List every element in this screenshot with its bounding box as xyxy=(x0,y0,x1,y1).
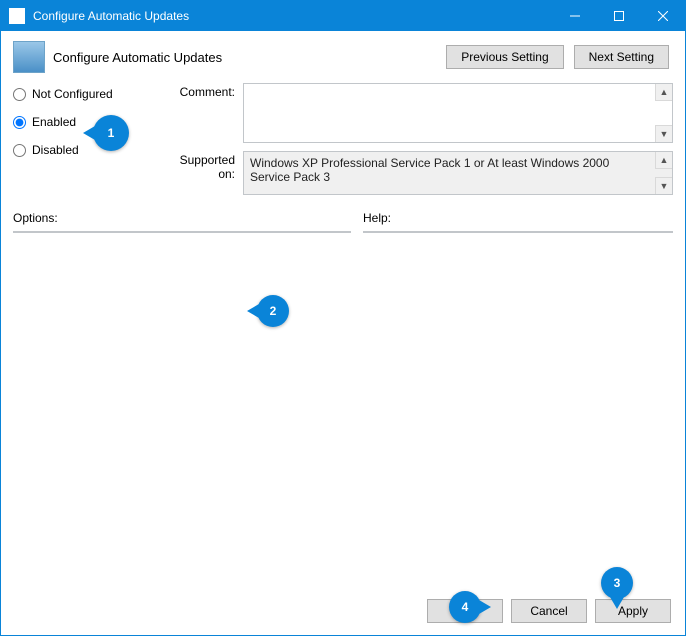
maximize-button[interactable] xyxy=(597,1,641,31)
minimize-button[interactable] xyxy=(553,1,597,31)
scroll-up-icon[interactable]: ▲ xyxy=(655,152,672,169)
scroll-up-icon[interactable]: ▲ xyxy=(655,84,672,101)
cancel-button[interactable]: Cancel xyxy=(511,599,587,623)
close-button[interactable] xyxy=(641,1,685,31)
comment-label: Comment: xyxy=(161,83,243,143)
supported-label: Supported on: xyxy=(161,151,243,195)
apply-button[interactable]: Apply xyxy=(595,599,671,623)
scroll-down-icon[interactable]: ▼ xyxy=(655,125,672,142)
options-label: Options: xyxy=(13,211,351,225)
next-setting-button[interactable]: Next Setting xyxy=(574,45,669,69)
window-title: Configure Automatic Updates xyxy=(33,9,553,23)
previous-setting-button[interactable]: Previous Setting xyxy=(446,45,563,69)
comment-textarea[interactable]: ▲ ▼ xyxy=(243,83,673,143)
help-pane: Specifies whether this computer will rec… xyxy=(363,231,673,233)
policy-icon xyxy=(13,41,45,73)
annotation-1: 1 xyxy=(93,115,129,151)
annotation-4: 4 xyxy=(449,591,481,623)
supported-text: Windows XP Professional Service Pack 1 o… xyxy=(250,156,609,184)
annotation-3: 3 xyxy=(601,567,633,599)
radio-disabled[interactable]: Disabled xyxy=(13,143,161,157)
policy-title: Configure Automatic Updates xyxy=(53,50,446,65)
help-text: Specifies whether this computer will rec… xyxy=(364,232,655,233)
titlebar[interactable]: Configure Automatic Updates xyxy=(1,1,685,31)
help-label: Help: xyxy=(363,211,673,225)
window-controls xyxy=(553,1,685,31)
app-icon xyxy=(9,8,25,24)
annotation-2: 2 xyxy=(257,295,289,327)
supported-box: Windows XP Professional Service Pack 1 o… xyxy=(243,151,673,195)
options-pane: Configure automatic updating: 2 - Notify… xyxy=(13,231,351,233)
scroll-down-icon[interactable]: ▼ xyxy=(655,177,672,194)
window: Configure Automatic Updates Configure Au… xyxy=(0,0,686,636)
options-hscrollbar[interactable]: ◀▶ xyxy=(14,231,333,232)
radio-not-configured[interactable]: Not Configured xyxy=(13,87,161,101)
